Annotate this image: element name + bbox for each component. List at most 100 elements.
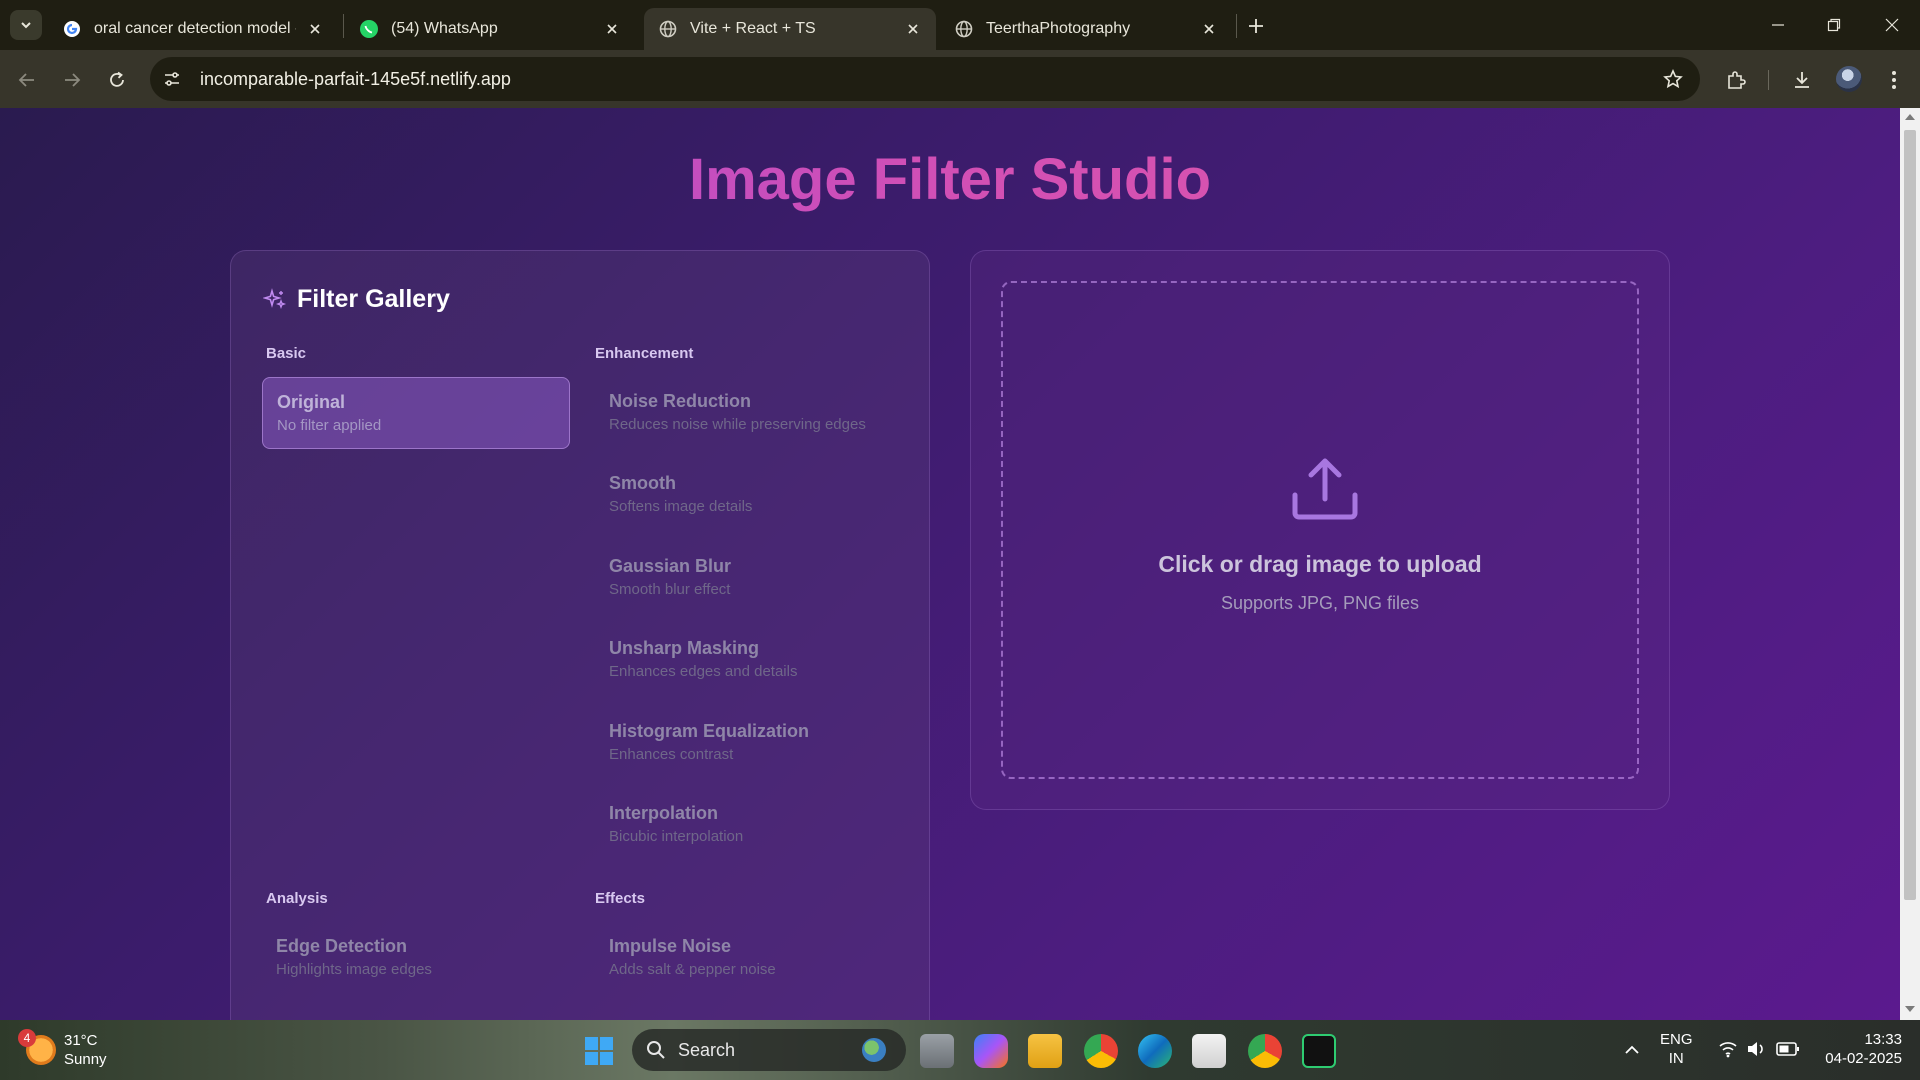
upload-subtitle: Supports JPG, PNG files — [1220, 593, 1420, 613]
filter-card-smooth[interactable]: Smooth Softens image details — [595, 459, 903, 531]
filter-card-histogram-equalization[interactable]: Histogram Equalization Enhances contrast — [595, 707, 903, 779]
wifi-icon[interactable] — [1718, 1040, 1738, 1058]
filter-card-gaussian-blur[interactable]: Gaussian Blur Smooth blur effect — [595, 542, 903, 614]
gallery-title: Filter Gallery — [297, 285, 450, 313]
scroll-up-arrow-icon[interactable] — [1905, 114, 1915, 120]
close-icon — [1885, 18, 1899, 32]
filter-description: Enhances contrast — [609, 746, 734, 763]
filter-card-interpolation[interactable]: Interpolation Bicubic interpolation — [595, 789, 903, 861]
language-indicator[interactable]: ENG IN — [1660, 1030, 1693, 1068]
tab-separator — [1236, 14, 1237, 38]
taskbar-search[interactable]: Search — [632, 1029, 906, 1071]
language-line-1: ENG — [1660, 1031, 1693, 1048]
restore-button[interactable] — [1814, 8, 1854, 42]
scroll-thumb[interactable] — [1904, 130, 1916, 900]
reload-button[interactable] — [100, 63, 134, 97]
close-window-button[interactable] — [1872, 8, 1912, 42]
filter-name: Edge Detection — [276, 936, 408, 956]
filter-description: Highlights image edges — [276, 961, 432, 978]
filter-description: Bicubic interpolation — [609, 828, 744, 845]
microsoft-store-icon[interactable] — [1192, 1034, 1226, 1068]
close-icon[interactable] — [601, 18, 623, 40]
clock-date: 04-02-2025 — [1825, 1050, 1902, 1067]
filter-card-unsharp-masking[interactable]: Unsharp Masking Enhances edges and detai… — [595, 624, 903, 696]
tab-search-button[interactable] — [10, 10, 42, 40]
filter-description: Adds salt & pepper noise — [609, 961, 776, 978]
task-view-icon[interactable] — [920, 1034, 954, 1068]
filter-name: Interpolation — [609, 803, 718, 823]
site-info-button[interactable] — [156, 63, 188, 95]
tab-title: oral cancer detection model - G — [94, 20, 296, 37]
download-icon — [1795, 72, 1809, 88]
close-icon[interactable] — [1198, 18, 1220, 40]
copilot-icon[interactable] — [974, 1034, 1008, 1068]
scroll-down-arrow-icon[interactable] — [1905, 1006, 1915, 1012]
tab-vite-react[interactable]: Vite + React + TS — [644, 8, 936, 50]
sparkles-icon — [263, 287, 287, 309]
taskbar-clock[interactable]: 13:33 04-02-2025 — [1812, 1030, 1902, 1068]
group-label-enhancement: Enhancement — [595, 345, 694, 362]
edge-icon[interactable] — [1138, 1034, 1172, 1068]
address-bar[interactable]: incomparable-parfait-145e5f.netlify.app — [150, 57, 1700, 101]
filter-card-noise-reduction[interactable]: Noise Reduction Reduces noise while pres… — [595, 377, 903, 449]
close-icon[interactable] — [304, 18, 326, 40]
profile-avatar[interactable] — [1836, 66, 1862, 92]
close-icon[interactable] — [902, 18, 924, 40]
gallery-header: Filter Gallery — [263, 285, 450, 314]
filter-name: Noise Reduction — [609, 391, 752, 411]
filter-name: Smooth — [609, 473, 676, 493]
filter-description: Enhances edges and details — [609, 663, 798, 680]
puzzle-icon — [1728, 71, 1746, 89]
filter-name: Impulse Noise — [609, 936, 732, 956]
battery-icon[interactable] — [1776, 1041, 1800, 1057]
upload-dropzone[interactable]: Click or drag image to upload Supports J… — [1001, 281, 1639, 779]
system-tray — [1620, 1028, 1640, 1072]
page-viewport: Image Filter Studio Filter Gallery Basic… — [0, 108, 1900, 1020]
weather-temp: 31°C — [64, 1032, 98, 1049]
chevron-down-icon — [21, 22, 31, 29]
tune-icon — [165, 72, 179, 86]
browser-tab-bar: oral cancer detection model - G (54) Wha… — [0, 0, 1920, 50]
file-explorer-icon[interactable] — [1028, 1034, 1062, 1068]
filter-card-original[interactable]: Original No filter applied — [262, 377, 570, 449]
weather-widget[interactable]: 4 31°C Sunny — [0, 1028, 107, 1072]
group-label-analysis: Analysis — [266, 890, 328, 907]
globe-icon — [954, 19, 974, 39]
chrome-icon[interactable] — [1084, 1034, 1118, 1068]
filter-description: Softens image details — [609, 498, 753, 515]
upload-panel: Click or drag image to upload Supports J… — [970, 250, 1670, 810]
kebab-menu-icon — [1892, 71, 1896, 89]
tab-whatsapp[interactable]: (54) WhatsApp — [345, 8, 635, 50]
bookmark-button[interactable] — [1656, 62, 1690, 96]
minimize-button[interactable] — [1758, 8, 1798, 42]
back-button[interactable] — [10, 63, 44, 97]
filter-card-impulse-noise[interactable]: Impulse Noise Adds salt & pepper noise — [595, 922, 903, 994]
new-tab-button[interactable] — [1242, 12, 1270, 40]
filter-gallery-panel: Filter Gallery Basic Enhancement Origina… — [230, 250, 930, 1020]
tab-title: TeerthaPhotography — [986, 20, 1131, 37]
chrome-profile-icon[interactable] — [1248, 1034, 1282, 1068]
tab-title: Vite + React + TS — [690, 20, 816, 37]
arrow-right-icon — [65, 73, 81, 87]
volume-icon[interactable] — [1746, 1040, 1766, 1058]
chevron-up-icon[interactable] — [1624, 1042, 1640, 1058]
browser-menu-button[interactable] — [1876, 62, 1912, 98]
star-icon — [1663, 69, 1683, 89]
reload-icon — [110, 71, 124, 87]
filter-description: No filter applied — [277, 417, 382, 434]
extensions-button[interactable] — [1718, 62, 1754, 98]
filter-card-edge-detection[interactable]: Edge Detection Highlights image edges — [262, 922, 570, 994]
tab-teertha-photography[interactable]: TeerthaPhotography — [940, 8, 1232, 50]
downloads-button[interactable] — [1784, 62, 1820, 98]
page-scrollbar[interactable] — [1900, 108, 1920, 1020]
terminal-app-icon[interactable] — [1302, 1034, 1336, 1068]
language-line-2: IN — [1668, 1050, 1684, 1067]
upload-title: Click or drag image to upload — [1158, 551, 1482, 577]
url-text[interactable]: incomparable-parfait-145e5f.netlify.app — [200, 69, 1656, 90]
forward-button[interactable] — [55, 63, 89, 97]
windows-start-icon[interactable] — [584, 1036, 614, 1066]
filter-name: Histogram Equalization — [609, 721, 810, 741]
tab-oral-cancer[interactable]: oral cancer detection model - G — [48, 8, 338, 50]
group-label-basic: Basic — [266, 345, 307, 362]
filter-description: Smooth blur effect — [609, 581, 731, 598]
